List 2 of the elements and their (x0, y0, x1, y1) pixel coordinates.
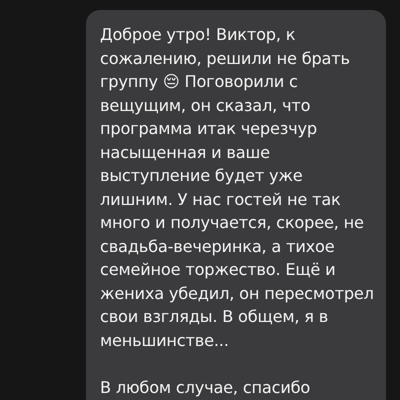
message-text: Доброе утро! Виктор, к сожалению, решили не брать группу 😔 Поговорили с вещущим, он сказал, что программа итак черезчур насыщенная и ваше выступление будет уже лишним. У нас гостей не так много и получается, скорее, не свадьба-вечеринка, а тихое семейное торжество. Ещё и жениха убедил, он пересмотрел свои взгляды. В общем, я в меньшинстве... (100, 24, 375, 352)
message-text: В любом случае, спасибо (100, 376, 312, 398)
